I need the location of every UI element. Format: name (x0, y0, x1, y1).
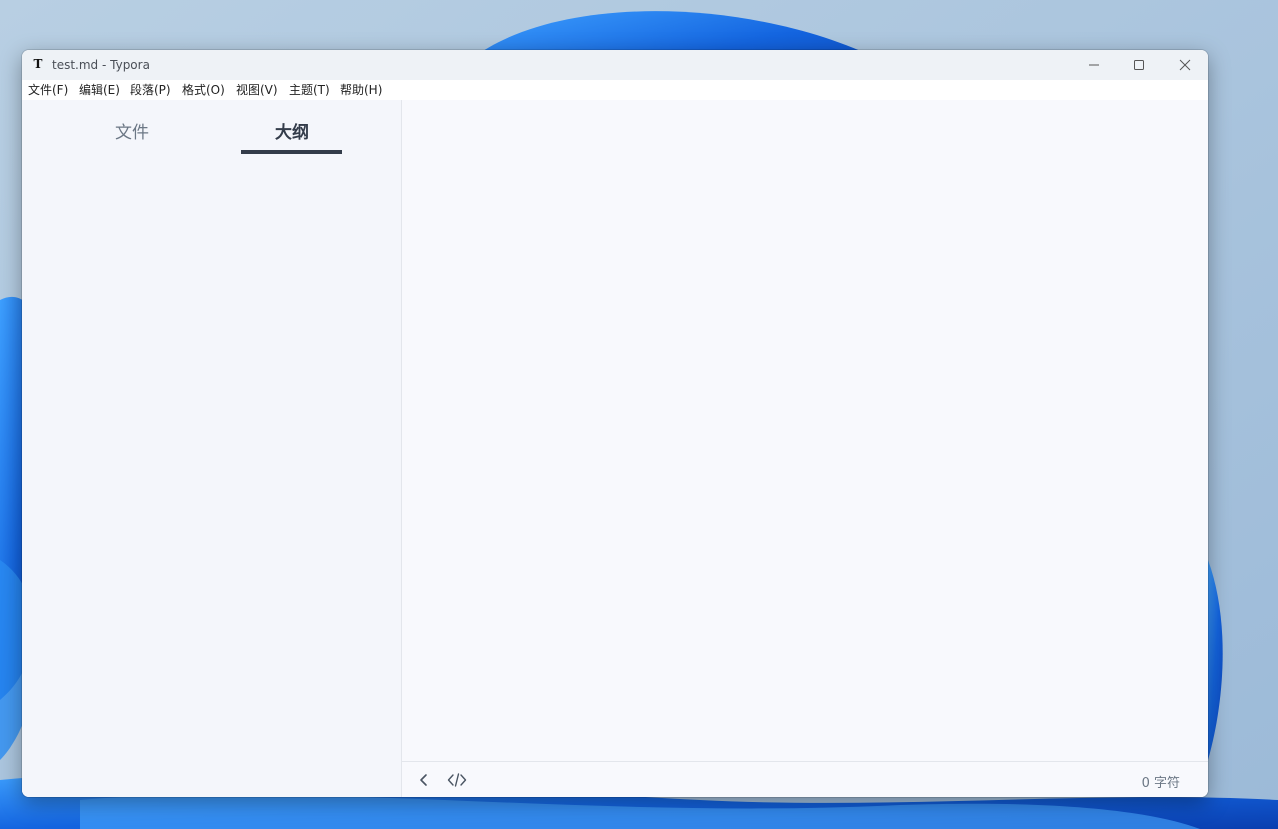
menu-format[interactable]: 格式(O) (182, 82, 225, 98)
minimize-icon (1089, 64, 1099, 66)
menu-edit[interactable]: 编辑(E) (79, 82, 120, 98)
typora-app-icon: T (33, 57, 43, 71)
menu-file[interactable]: 文件(F) (28, 82, 68, 98)
maximize-button[interactable] (1116, 50, 1162, 80)
title-bar[interactable]: T test.md - Typora (22, 50, 1208, 80)
close-button[interactable] (1162, 50, 1208, 80)
word-count[interactable]: 0 字符 (1142, 772, 1180, 791)
maximize-icon (1134, 60, 1144, 70)
active-tab-indicator (241, 150, 342, 154)
editor-area[interactable] (402, 100, 1208, 761)
menu-paragraph[interactable]: 段落(P) (130, 82, 171, 98)
chevron-left-icon (420, 774, 427, 786)
code-icon (447, 773, 467, 787)
minimize-button[interactable] (1071, 50, 1117, 80)
close-icon (1179, 59, 1191, 71)
tab-files[interactable]: 文件 (94, 118, 170, 143)
sidebar: 文件 大纲 (22, 100, 402, 797)
menu-theme[interactable]: 主题(T) (289, 82, 330, 98)
menu-bar: 文件(F) 编辑(E) 段落(P) 格式(O) 视图(V) 主题(T) 帮助(H… (22, 80, 1208, 100)
tab-outline[interactable]: 大纲 (252, 118, 332, 143)
typora-window: T test.md - Typora 文件(F) 编辑(E) 段落(P) 格式(… (22, 50, 1208, 797)
toggle-sidebar-button[interactable] (416, 772, 432, 792)
menu-help[interactable]: 帮助(H) (340, 82, 382, 98)
status-bar: 0 字符 (402, 761, 1208, 797)
desktop: T test.md - Typora 文件(F) 编辑(E) 段落(P) 格式(… (0, 0, 1278, 829)
window-title: test.md - Typora (52, 58, 150, 72)
menu-view[interactable]: 视图(V) (236, 82, 278, 98)
source-code-mode-button[interactable] (447, 772, 467, 792)
